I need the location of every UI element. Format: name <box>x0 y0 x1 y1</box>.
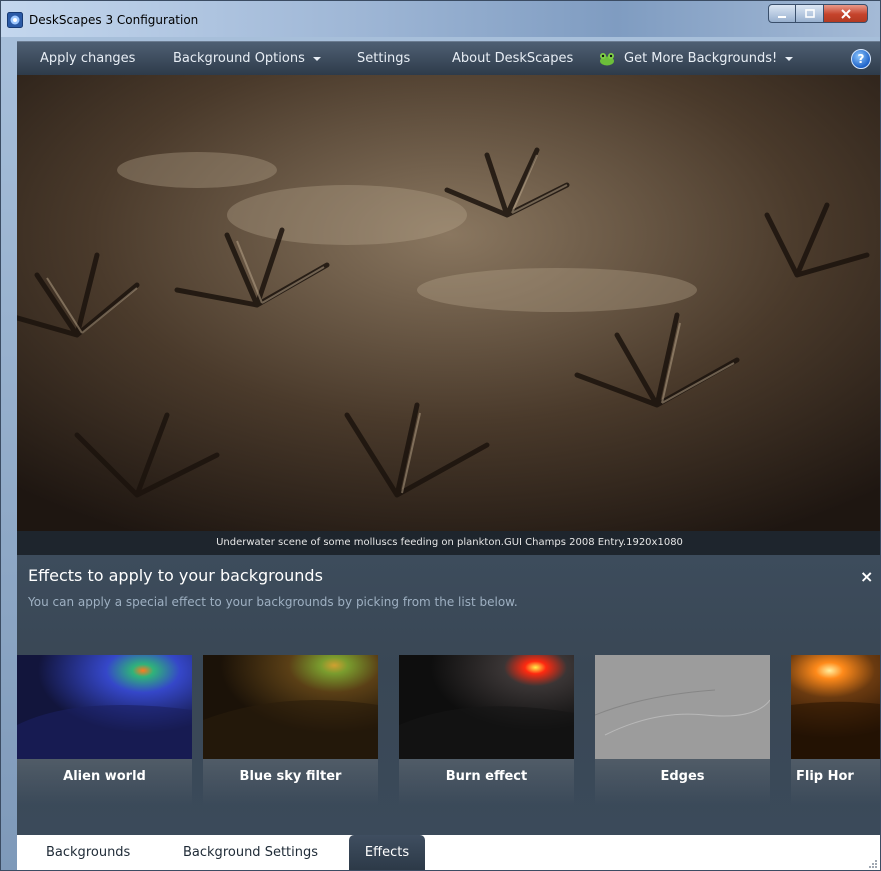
background-preview-image <box>17 75 880 531</box>
edges-thumbnail <box>595 655 770 759</box>
help-icon: ? <box>857 52 865 66</box>
deskscapes-app-icon <box>7 12 23 28</box>
window-title: DeskScapes 3 Configuration <box>29 13 199 27</box>
effect-label: Alien world <box>63 769 146 784</box>
apply-changes-label: Apply changes <box>40 51 136 66</box>
alien-world-thumbnail <box>17 655 192 759</box>
burn-effect-thumbnail <box>399 655 574 759</box>
minimize-button[interactable] <box>768 4 796 23</box>
effect-thumbnail <box>399 655 574 759</box>
effect-thumbnail <box>203 655 378 759</box>
effect-flip-horizontal[interactable]: Flip Hor <box>791 655 880 805</box>
tab-background-settings[interactable]: Background Settings <box>183 835 318 870</box>
effect-label: Flip Hor <box>796 769 854 784</box>
frog-icon <box>600 52 614 65</box>
effect-burn[interactable]: Burn effect <box>399 655 574 805</box>
maximize-button[interactable] <box>796 4 824 23</box>
title-bar[interactable]: DeskScapes 3 Configuration <box>1 1 880 37</box>
main-menu-bar: Apply changes Background Options Setting… <box>17 41 880 75</box>
background-options-label: Background Options <box>173 51 305 66</box>
window-controls <box>768 4 868 24</box>
effect-label: Edges <box>660 769 705 784</box>
effect-blue-sky-filter[interactable]: Blue sky filter <box>203 655 378 805</box>
get-more-backgrounds-menu[interactable]: Get More Backgrounds! <box>598 42 794 75</box>
tab-backgrounds[interactable]: Backgrounds <box>46 835 130 870</box>
app-window: DeskScapes 3 Configuration Apply changes… <box>0 0 881 871</box>
effect-thumbnail <box>791 655 880 759</box>
flip-horizontal-thumbnail <box>791 655 880 759</box>
effect-label: Blue sky filter <box>239 769 342 784</box>
effect-label: Burn effect <box>445 769 528 784</box>
maximize-icon <box>804 8 815 18</box>
close-panel-button[interactable]: × <box>860 567 873 586</box>
effects-panel-title: Effects to apply to your backgrounds <box>28 566 323 585</box>
about-label: About DeskScapes <box>452 51 574 66</box>
settings-menu[interactable]: Settings <box>357 42 410 75</box>
chevron-down-icon <box>785 56 794 61</box>
blue-sky-filter-thumbnail <box>203 655 378 759</box>
chevron-down-icon <box>312 56 321 61</box>
tab-effects[interactable]: Effects <box>349 835 425 870</box>
resize-grip-icon[interactable] <box>868 859 878 869</box>
effects-panel: Effects to apply to your backgrounds You… <box>17 555 880 835</box>
help-button[interactable]: ? <box>851 49 871 69</box>
close-window-button[interactable] <box>824 4 868 23</box>
settings-label: Settings <box>357 51 411 66</box>
effect-alien-world[interactable]: Alien world <box>17 655 192 805</box>
effect-thumbnail <box>595 655 770 759</box>
bottom-tab-bar: Backgrounds Background Settings Effects <box>17 835 880 870</box>
apply-changes-menu[interactable]: Apply changes <box>40 42 135 75</box>
effect-thumbnail <box>17 655 192 759</box>
minimize-icon <box>778 15 786 18</box>
background-options-menu[interactable]: Background Options <box>173 42 321 75</box>
underwater-scene-image <box>17 75 880 531</box>
close-icon <box>840 8 851 19</box>
preview-caption: Underwater scene of some molluscs feedin… <box>17 531 880 555</box>
about-deskscapes-menu[interactable]: About DeskScapes <box>452 42 573 75</box>
effects-panel-subtitle: You can apply a special effect to your b… <box>28 595 518 609</box>
get-more-label: Get More Backgrounds! <box>624 51 778 66</box>
effect-edges[interactable]: Edges <box>595 655 770 805</box>
